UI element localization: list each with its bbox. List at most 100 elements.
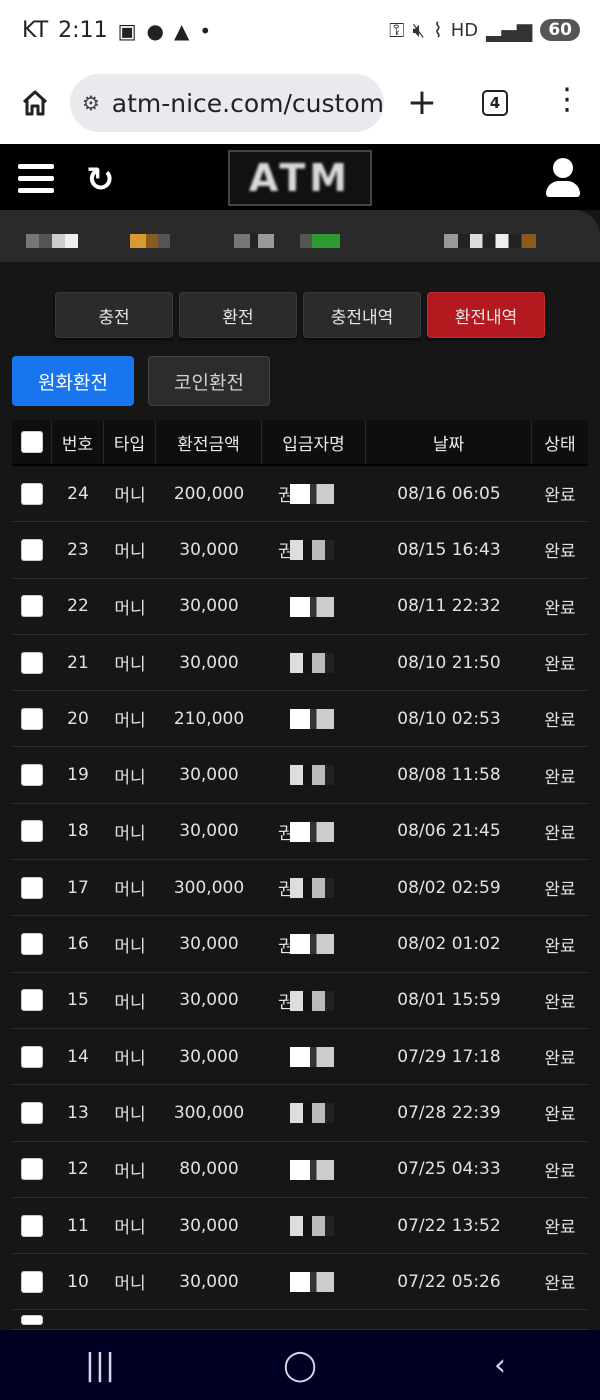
row-type: 머니 xyxy=(114,880,146,901)
row-checkbox[interactable] xyxy=(21,764,43,787)
row-checkbox[interactable] xyxy=(21,1158,43,1181)
header-date: 날짜 xyxy=(366,420,532,464)
redacted-block xyxy=(130,234,170,248)
table-row-partial xyxy=(12,1310,588,1330)
tab-exchange[interactable]: 환전 xyxy=(179,292,297,338)
browser-menu-button[interactable]: ⋮ xyxy=(552,82,582,117)
row-number: 19 xyxy=(67,765,89,786)
row-date: 07/29 17:18 xyxy=(397,1046,501,1067)
row-status: 완료 xyxy=(544,711,576,732)
address-bar[interactable]: ⚙︎ atm-nice.com/custom xyxy=(70,74,384,132)
row-checkbox[interactable] xyxy=(21,820,43,843)
row-depositor: 권 xyxy=(262,804,366,859)
redacted-name-block xyxy=(290,765,334,786)
home-button[interactable] xyxy=(18,86,52,120)
row-amount: 30,000 xyxy=(179,652,239,673)
row-status: 완료 xyxy=(544,823,576,844)
row-depositor: 권 xyxy=(262,860,366,915)
tab-charge-history[interactable]: 충전내역 xyxy=(303,292,421,338)
table-row[interactable]: 18 머니 30,000 권 08/06 21:45 완료 xyxy=(12,804,588,861)
row-date: 08/02 01:02 xyxy=(397,934,501,955)
row-checkbox-cell xyxy=(12,860,52,915)
row-checkbox[interactable] xyxy=(21,989,43,1012)
table-row[interactable]: 13 머니 300,000 07/28 22:39 완료 xyxy=(12,1085,588,1142)
user-info-strip xyxy=(0,210,600,262)
table-row[interactable]: 16 머니 30,000 권 08/02 01:02 완료 xyxy=(12,916,588,973)
row-amount: 80,000 xyxy=(179,1159,239,1180)
hamburger-menu-icon[interactable] xyxy=(18,164,54,194)
table-row[interactable]: 14 머니 30,000 07/29 17:18 완료 xyxy=(12,1029,588,1086)
recent-apps-icon[interactable]: ||| xyxy=(70,1348,130,1383)
row-checkbox[interactable] xyxy=(21,651,43,674)
row-date: 08/08 11:58 xyxy=(397,765,501,786)
table-row[interactable]: 20 머니 210,000 08/10 02:53 완료 xyxy=(12,691,588,748)
row-amount: 30,000 xyxy=(179,596,239,617)
row-depositor: 권 xyxy=(262,973,366,1028)
row-checkbox[interactable] xyxy=(21,595,43,618)
tab-charge[interactable]: 충전 xyxy=(55,292,173,338)
row-status: 완료 xyxy=(544,767,576,788)
row-checkbox[interactable] xyxy=(21,482,43,505)
row-checkbox-cell xyxy=(12,466,52,521)
row-date: 07/22 05:26 xyxy=(397,1271,501,1292)
row-checkbox-cell xyxy=(12,747,52,802)
sub-tabs: 원화환전 코인환전 xyxy=(12,356,270,406)
row-checkbox[interactable] xyxy=(21,1045,43,1068)
row-depositor xyxy=(262,1029,366,1084)
new-tab-button[interactable]: + xyxy=(404,82,440,123)
table-row[interactable]: 11 머니 30,000 07/22 13:52 완료 xyxy=(12,1198,588,1255)
subtab-coin-exchange[interactable]: 코인환전 xyxy=(148,356,270,406)
more-vertical-icon: ⋮ xyxy=(552,82,582,117)
table-row[interactable]: 12 머니 80,000 07/25 04:33 완료 xyxy=(12,1142,588,1198)
row-type: 머니 xyxy=(114,767,146,788)
user-profile-icon[interactable] xyxy=(546,158,580,198)
site-header: ↻ ATM xyxy=(0,144,600,210)
row-date: 07/25 04:33 xyxy=(397,1159,501,1180)
row-checkbox[interactable] xyxy=(21,1314,43,1325)
redacted-name-block xyxy=(290,990,334,1011)
back-icon[interactable]: ‹ xyxy=(470,1348,530,1383)
logo-text: ATM xyxy=(248,156,352,200)
row-type: 머니 xyxy=(114,1049,146,1070)
table-row[interactable]: 10 머니 30,000 07/22 05:26 완료 xyxy=(12,1254,588,1311)
mute-icon: 🔇︎ xyxy=(412,18,425,42)
row-checkbox[interactable] xyxy=(21,1270,43,1293)
site-logo[interactable]: ATM xyxy=(228,150,372,206)
site-settings-icon[interactable]: ⚙︎ xyxy=(82,91,106,115)
table-row[interactable]: 17 머니 300,000 권 08/02 02:59 완료 xyxy=(12,860,588,917)
row-type: 머니 xyxy=(114,598,146,619)
row-checkbox[interactable] xyxy=(21,1214,43,1237)
row-status: 완료 xyxy=(544,655,576,676)
tab-exchange-history[interactable]: 환전내역 xyxy=(427,292,545,338)
subtab-krw-exchange[interactable]: 원화환전 xyxy=(12,356,134,406)
row-depositor xyxy=(262,1254,366,1309)
table-row[interactable]: 19 머니 30,000 08/08 11:58 완료 xyxy=(12,747,588,804)
signal-icon: ▂▄▆ xyxy=(486,18,533,42)
row-number: 12 xyxy=(67,1159,89,1180)
row-checkbox[interactable] xyxy=(21,933,43,956)
table-row[interactable]: 23 머니 30,000 권 08/15 16:43 완료 xyxy=(12,522,588,579)
row-checkbox-cell xyxy=(12,1310,52,1329)
table-row[interactable]: 15 머니 30,000 권 08/01 15:59 완료 xyxy=(12,973,588,1029)
row-status: 완료 xyxy=(544,936,576,957)
row-date: 08/01 15:59 xyxy=(397,990,501,1011)
kakaotalk-icon: ● xyxy=(146,18,164,43)
row-type: 머니 xyxy=(114,1274,146,1295)
select-all-checkbox[interactable] xyxy=(20,431,43,453)
tab-switcher-button[interactable]: 4 xyxy=(482,90,508,116)
row-checkbox[interactable] xyxy=(21,707,43,730)
refresh-icon[interactable]: ↻ xyxy=(86,160,115,200)
redacted-name-block xyxy=(290,1159,334,1180)
table-row[interactable]: 22 머니 30,000 08/11 22:32 완료 xyxy=(12,579,588,635)
row-depositor xyxy=(262,747,366,802)
row-checkbox-cell xyxy=(12,1254,52,1309)
row-amount: 300,000 xyxy=(173,877,245,898)
row-checkbox[interactable] xyxy=(21,876,43,899)
row-status: 완료 xyxy=(544,1218,576,1238)
table-row[interactable]: 24 머니 200,000 권 08/16 06:05 완료 xyxy=(12,466,588,523)
row-checkbox[interactable] xyxy=(21,538,43,561)
status-left: KT 2:11 ▣ ● ▲ • xyxy=(22,18,211,43)
home-circle-icon[interactable]: ◯ xyxy=(270,1348,330,1383)
table-row[interactable]: 21 머니 30,000 08/10 21:50 완료 xyxy=(12,635,588,692)
row-checkbox[interactable] xyxy=(21,1101,43,1124)
